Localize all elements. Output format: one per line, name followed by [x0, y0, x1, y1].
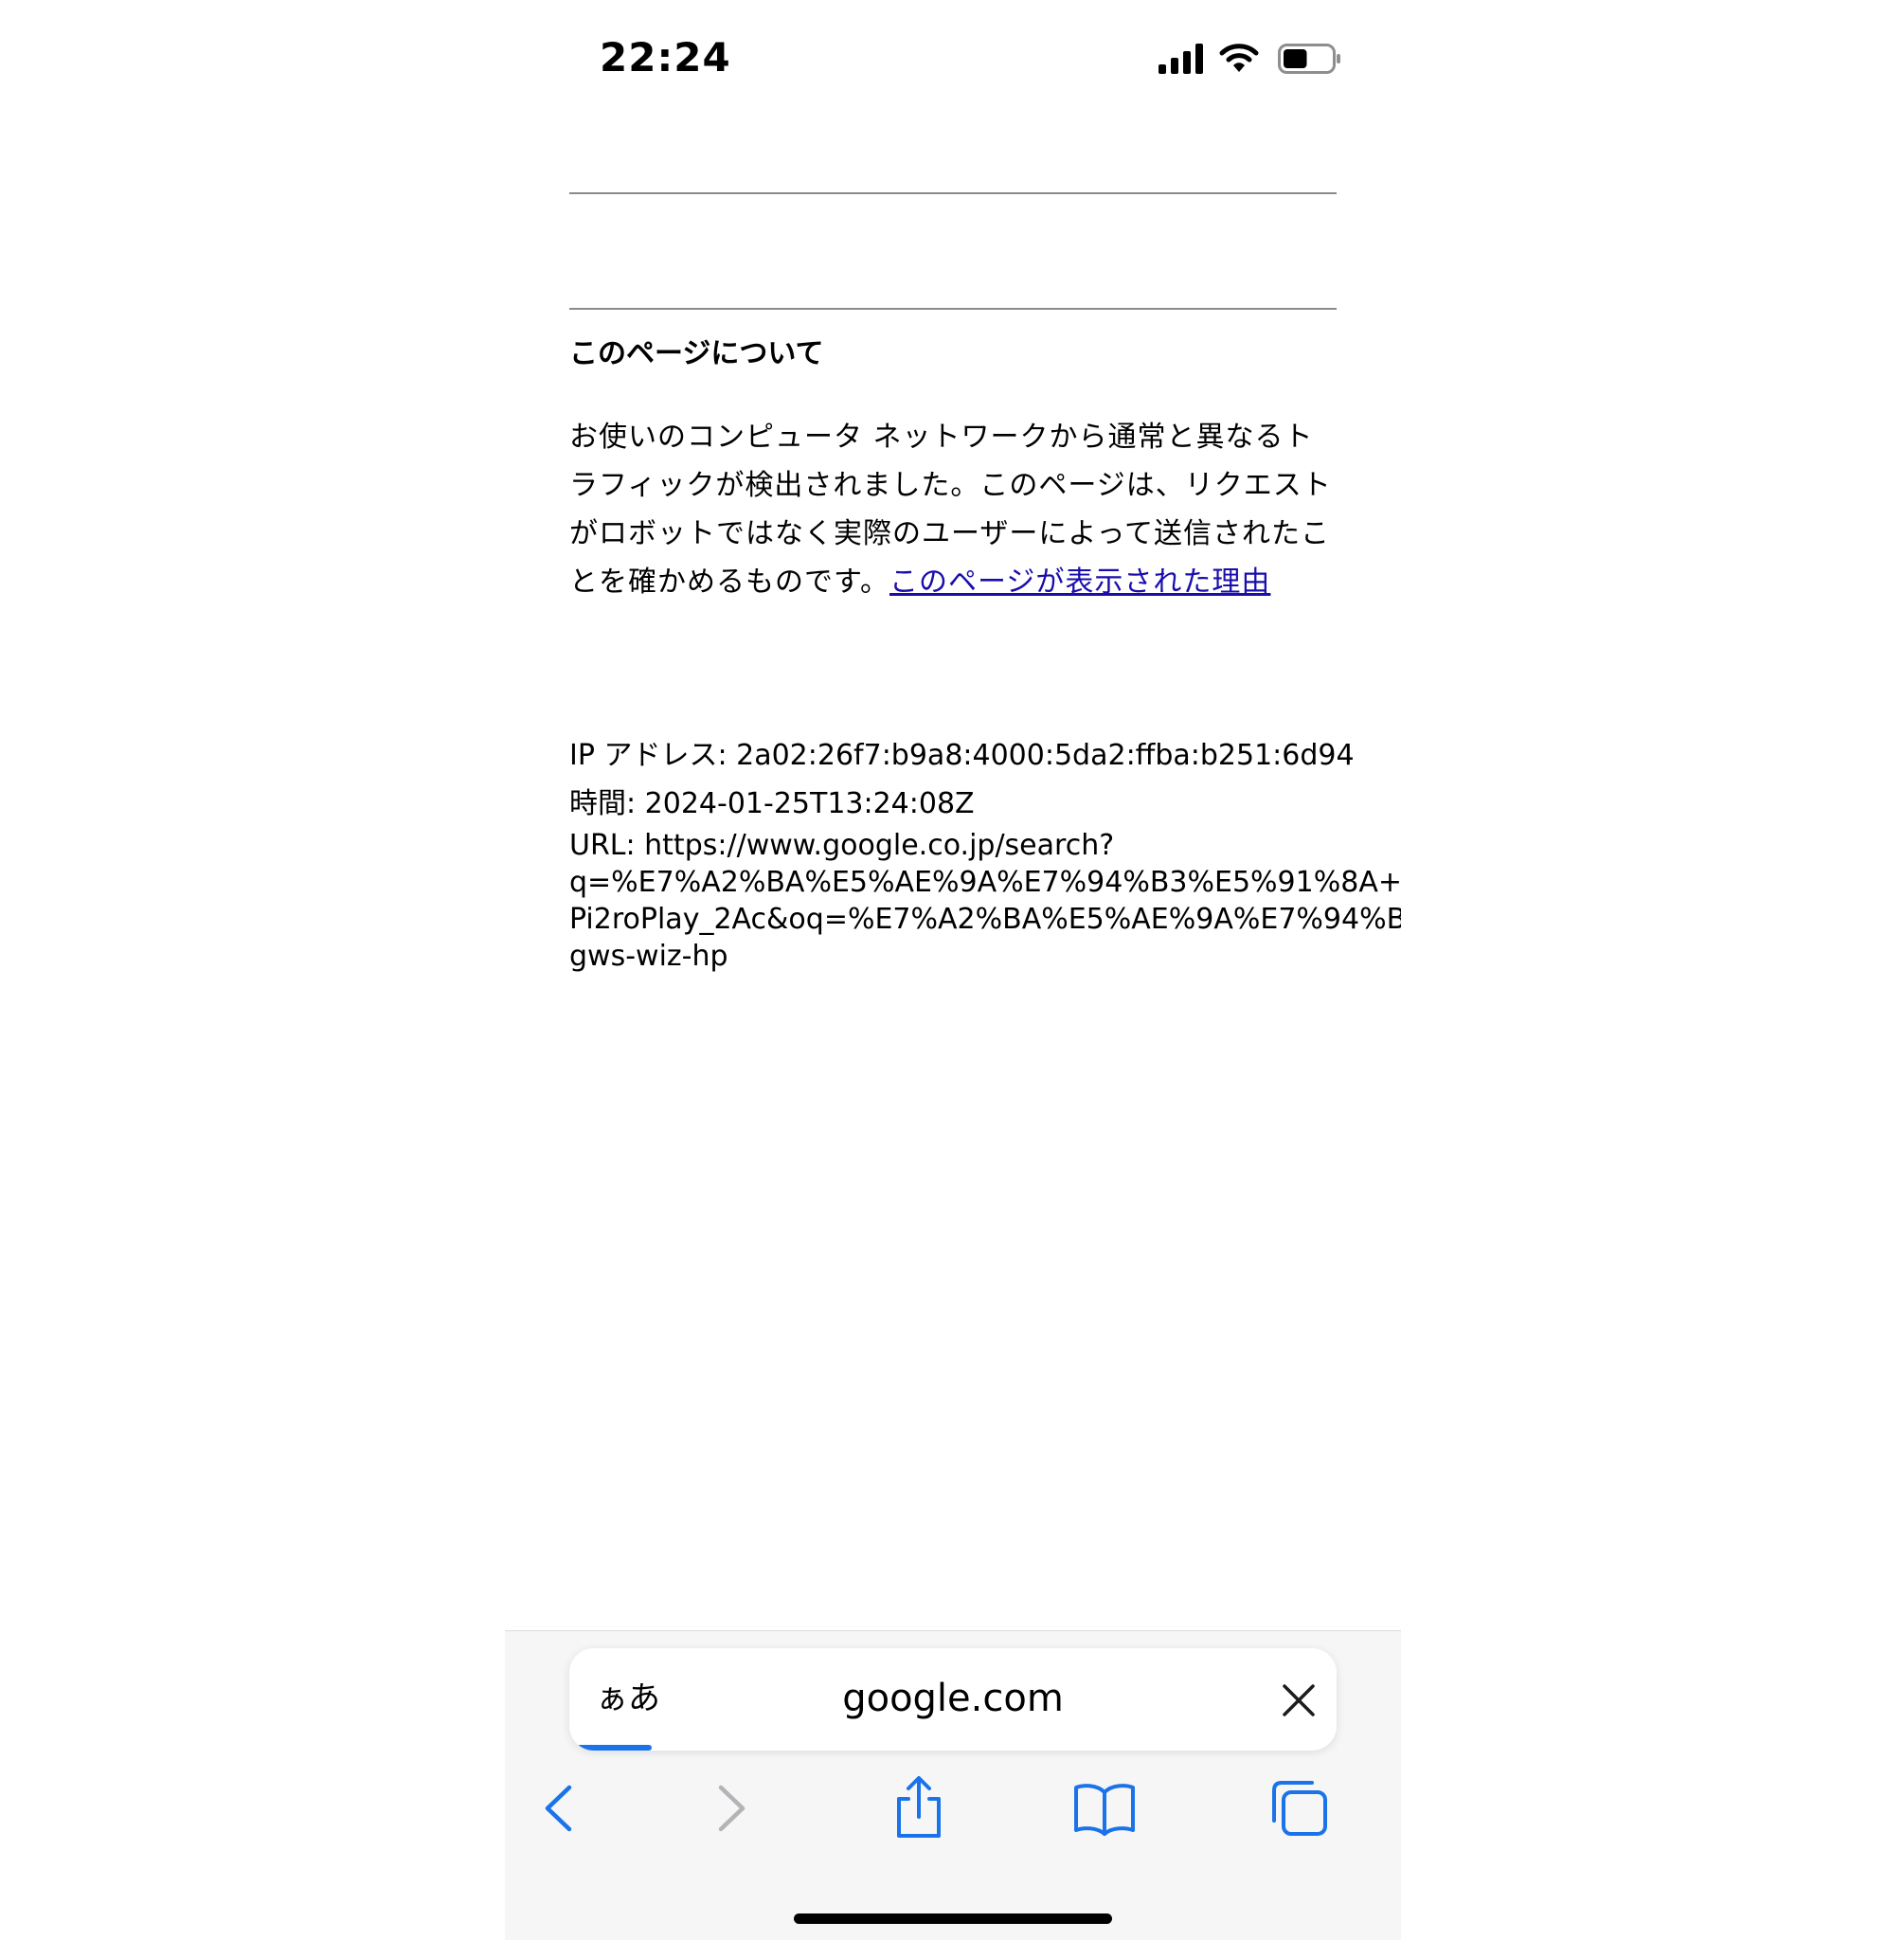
bookmarks-icon[interactable]	[1071, 1775, 1138, 1841]
url-line: gws-wiz-hp	[569, 940, 728, 973]
status-time: 22:24	[600, 34, 731, 81]
about-text: お使いのコンピュータ ネットワークから通常と異なるトラフィックが検出されました。…	[569, 413, 1337, 606]
load-progress-bar	[577, 1745, 653, 1751]
address-domain[interactable]: google.com	[842, 1677, 1064, 1720]
wifi-icon	[1219, 44, 1259, 72]
url-line: q=%E7%A2%BA%E5%AE%9A%E7%94%B3%E5%91%8A+%	[569, 866, 1401, 899]
address-bar[interactable]: ぁあ google.com	[569, 1648, 1337, 1751]
phone-screen: 22:24 このページについて お使いのコンピュータ ネットワークから通常と異な…	[505, 0, 1401, 1940]
time-line: 時間: 2024-01-25T13:24:08Z	[569, 787, 975, 820]
page-settings-button[interactable]: ぁあ	[596, 1677, 660, 1720]
tabs-icon[interactable]	[1266, 1775, 1333, 1841]
why-this-page-link[interactable]: このページが表示された理由	[889, 566, 1270, 599]
url-line: Pi2roPlay_2Ac&oq=%E7%A2%BA%E5%AE%9A%E7%9…	[569, 903, 1401, 936]
divider-bottom	[569, 308, 1337, 310]
share-icon[interactable]	[886, 1775, 952, 1841]
cellular-signal-icon	[1159, 44, 1203, 74]
divider-top	[569, 192, 1337, 194]
forward-icon[interactable]	[697, 1775, 763, 1841]
address-domain-wrapper: google.com	[569, 1677, 1337, 1720]
browser-toolbar: ぁあ google.com	[505, 1630, 1401, 1940]
back-icon[interactable]	[527, 1775, 593, 1841]
url-line: URL: https://www.google.co.jp/search?	[569, 829, 1115, 862]
ip-address-line: IP アドレス: 2a02:26f7:b9a8:4000:5da2:ffba:b…	[569, 739, 1355, 772]
battery-icon	[1278, 44, 1340, 74]
home-indicator[interactable]	[794, 1913, 1112, 1924]
url-block: URL: https://www.google.co.jp/search? q=…	[569, 827, 1401, 975]
close-icon[interactable]	[1280, 1681, 1318, 1719]
about-heading: このページについて	[569, 337, 824, 370]
